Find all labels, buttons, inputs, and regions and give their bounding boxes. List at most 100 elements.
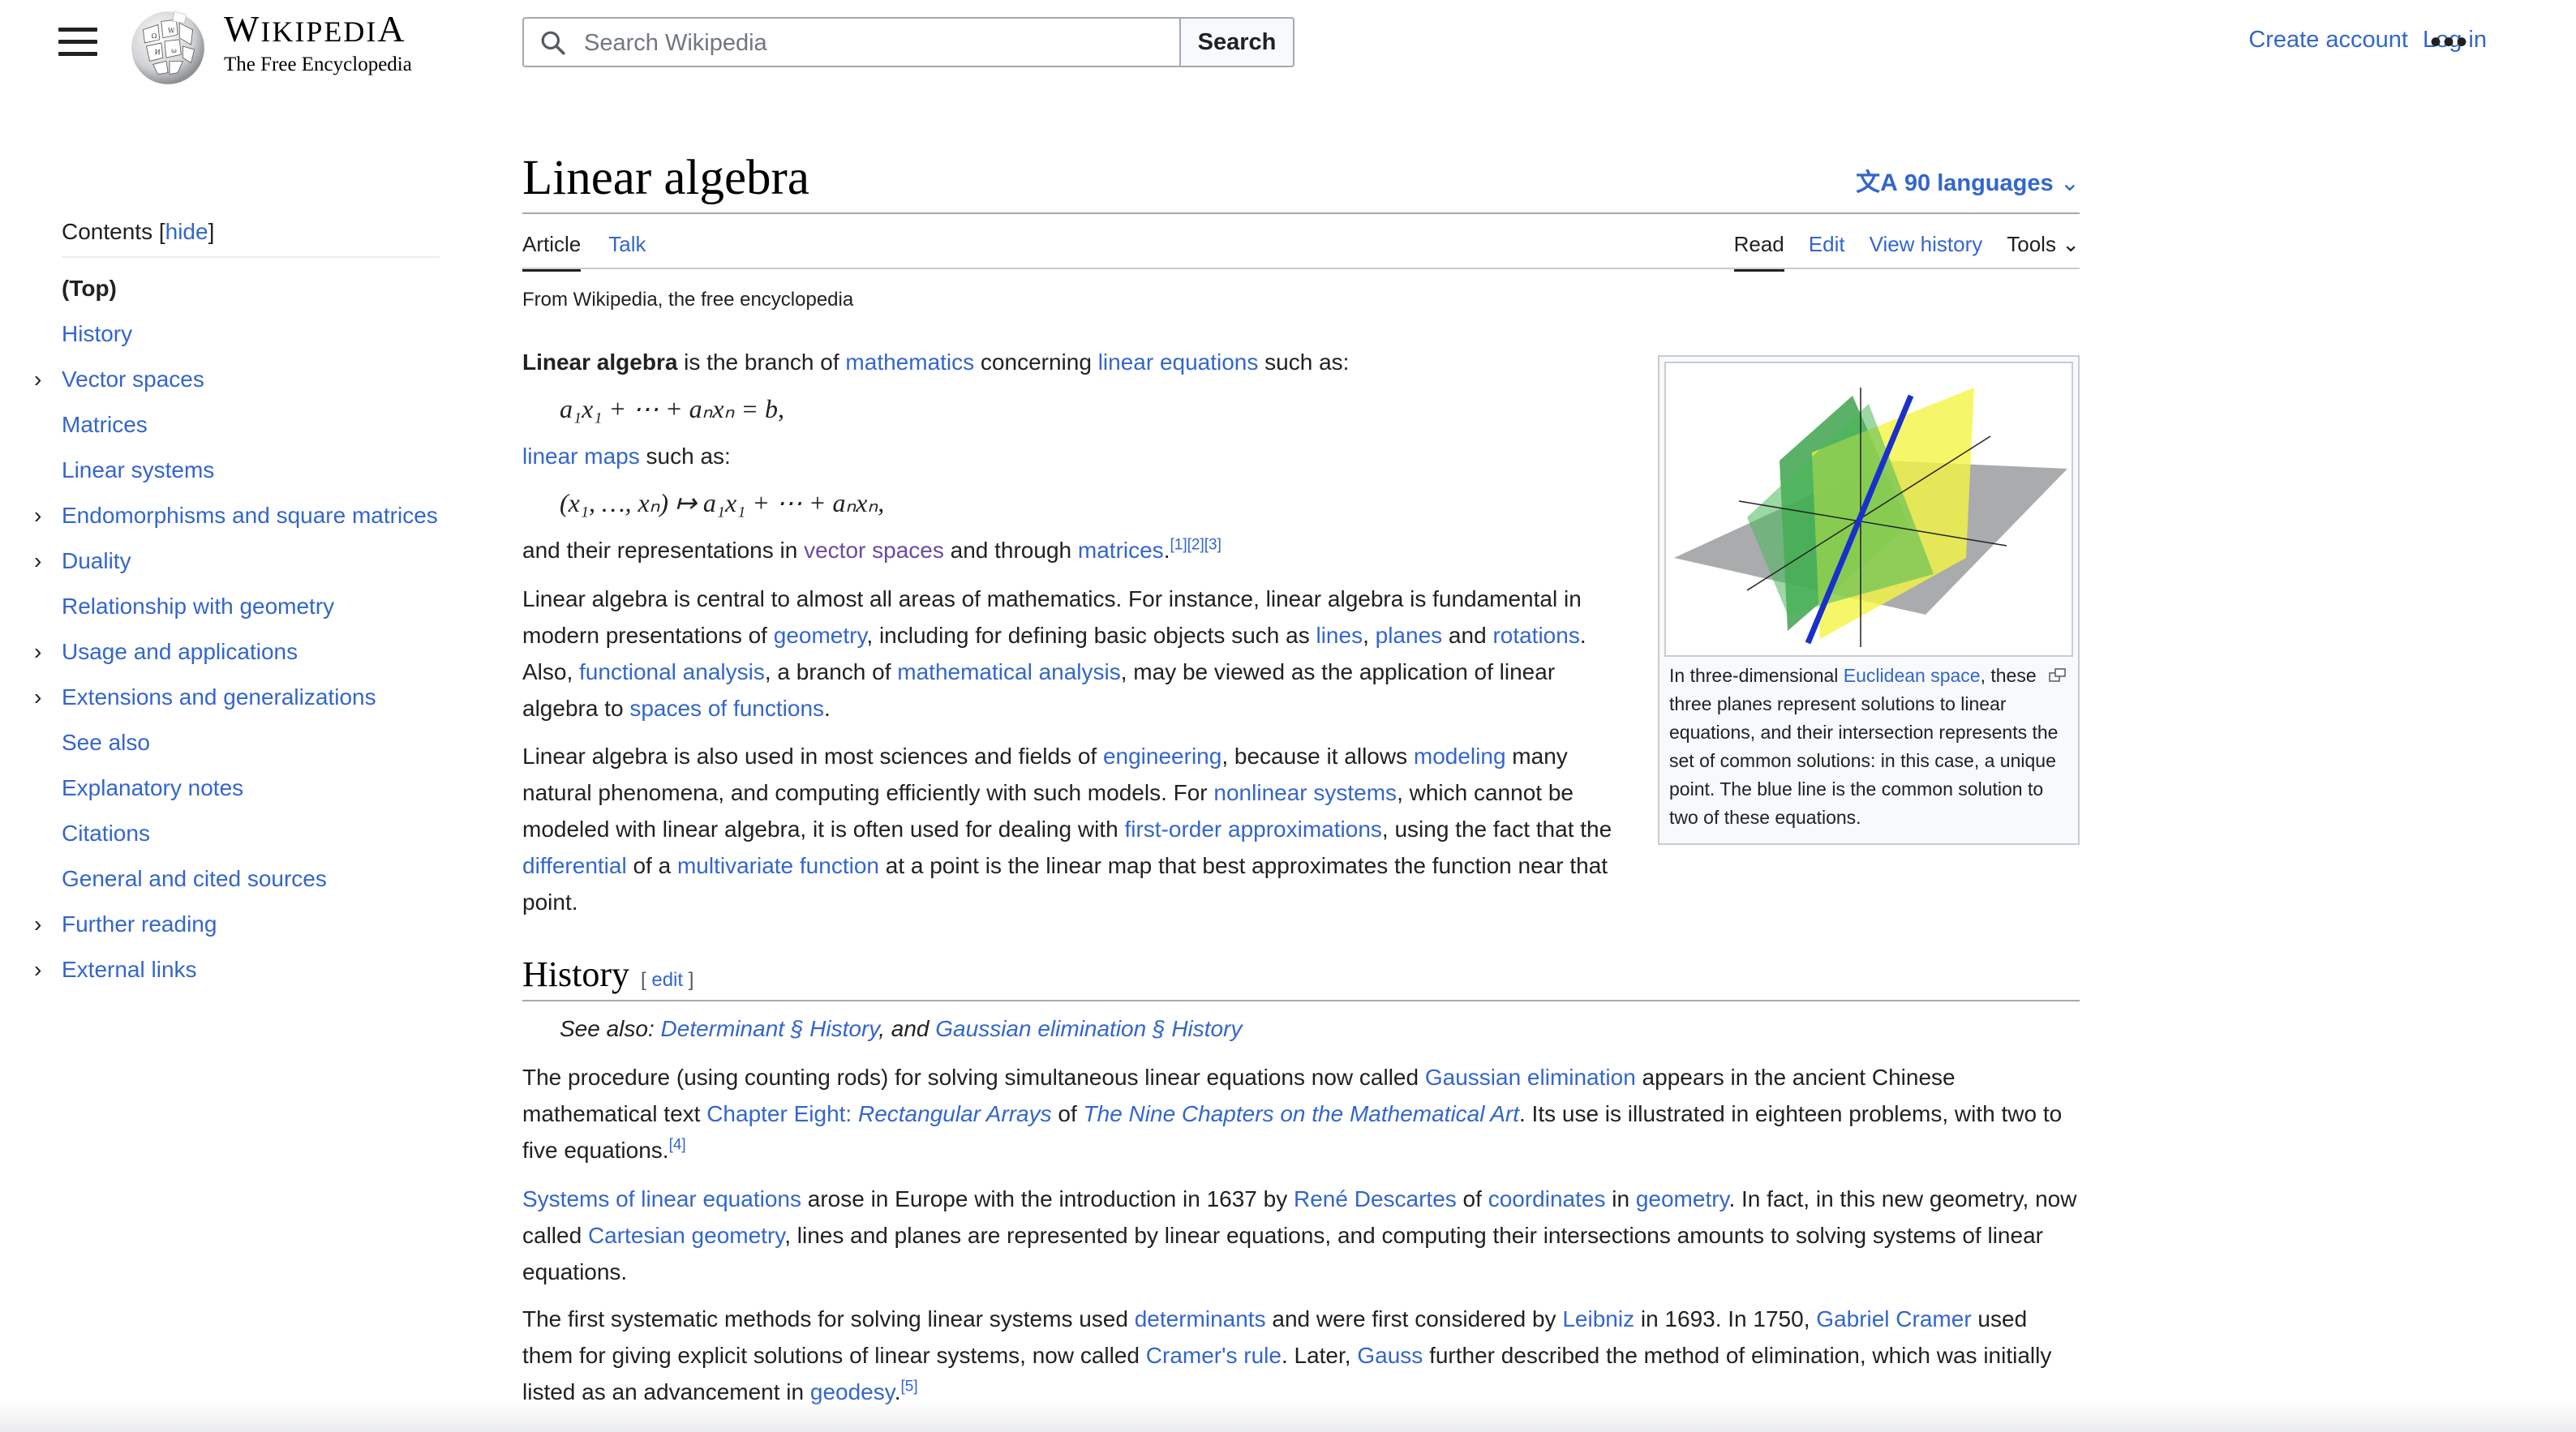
link-linear-equations[interactable]: linear equations (1098, 349, 1259, 375)
figure-box: In three-dimensional Euclidean space, th… (1658, 355, 2080, 845)
three-planes-image[interactable] (1664, 362, 2073, 657)
toc-item-label: Vector spaces (62, 367, 204, 392)
link-spaces-of-functions[interactable]: spaces of functions (629, 696, 824, 721)
link-determinant-history[interactable]: Determinant § History (661, 1016, 879, 1041)
history-paragraph-2: Systems of linear equations arose in Eur… (522, 1186, 2077, 1284)
link-mathematics[interactable]: mathematics (845, 349, 974, 375)
create-account-link[interactable]: Create account (2248, 27, 2408, 53)
chevron-right-icon[interactable]: › (34, 902, 50, 947)
chevron-right-icon[interactable]: › (34, 538, 50, 584)
link-first-order-approximations[interactable]: first-order approximations (1124, 817, 1381, 842)
link-cramers-rule[interactable]: Cramer's rule (1146, 1343, 1282, 1368)
wordmark-text: WIKIPEDIA (224, 8, 406, 49)
tab-talk[interactable]: Talk (608, 232, 646, 268)
link-geometry-2[interactable]: geometry (1636, 1186, 1729, 1211)
toc-item[interactable]: › Endomorphisms and square matrices (34, 493, 440, 538)
link-gaussian-elimination[interactable]: Gaussian elimination (1425, 1065, 1636, 1090)
language-button[interactable]: 文A 90 languages ⌄ (1856, 162, 2080, 198)
link-linear-maps[interactable]: linear maps (522, 444, 640, 469)
toc-item[interactable]: Matrices (62, 402, 440, 448)
link-lines[interactable]: lines (1316, 623, 1363, 648)
toc-item-label: Further reading (62, 911, 217, 937)
tab-read[interactable]: Read (1733, 232, 1784, 272)
see-also-hatnote: See also: Determinant § History, and Gau… (560, 1016, 1243, 1041)
link-rotations[interactable]: rotations (1492, 623, 1579, 648)
link-cartesian-geometry[interactable]: Cartesian geometry (588, 1223, 784, 1248)
toc-item[interactable]: › Extensions and generalizations (34, 675, 440, 720)
link-functional-analysis[interactable]: functional analysis (579, 659, 765, 684)
link-differential[interactable]: differential (522, 853, 627, 878)
link-nonlinear-systems[interactable]: nonlinear systems (1213, 780, 1397, 805)
tab-article[interactable]: Article (522, 232, 582, 272)
more-options-icon[interactable]: ••• (2430, 26, 2469, 58)
toc-list: (Top) History › Vector spaces Matrices Linear… (34, 266, 440, 993)
toc-item[interactable]: (Top) (62, 266, 440, 311)
link-determinants[interactable]: determinants (1135, 1306, 1266, 1331)
chevron-down-icon: ⌄ (2062, 232, 2080, 256)
link-engineering[interactable]: engineering (1103, 744, 1221, 769)
equation-1: a₁x₁ + ⋯ + aₙxₙ = b, (560, 394, 784, 423)
namespace-tabs: Article Talk (522, 232, 674, 272)
toc-item-label: (Top) (62, 276, 117, 301)
search-input[interactable] (582, 27, 1170, 59)
link-rene-descartes[interactable]: René Descartes (1294, 1186, 1457, 1211)
svg-text:ω: ω (171, 46, 177, 54)
history-edit-link[interactable]: [ edit ] (641, 969, 693, 991)
svg-text:И: И (155, 48, 161, 56)
tools-menu[interactable]: Tools ⌄ (2007, 232, 2080, 268)
toc-item[interactable]: Relationship with geometry (62, 584, 440, 629)
toc-item[interactable]: General and cited sources (62, 856, 440, 902)
chevron-right-icon[interactable]: › (34, 629, 50, 675)
toc-item[interactable]: › Further reading (34, 902, 440, 947)
toc-item-label: Extensions and generalizations (62, 684, 376, 710)
toc-item[interactable]: Linear systems (62, 448, 440, 493)
toc-item-label: General and cited sources (62, 866, 327, 891)
chevron-right-icon[interactable]: › (34, 493, 50, 538)
toc-item-label: External links (62, 957, 197, 982)
citation-refs[interactable]: [1][2][3] (1170, 537, 1221, 554)
link-chapter-eight[interactable]: Chapter Eight: Rectangular Arrays (706, 1101, 1051, 1126)
tab-edit[interactable]: Edit (1809, 232, 1845, 268)
paragraph-2: Linear algebra is central to almost all … (522, 586, 1586, 721)
link-matrices[interactable]: matrices (1078, 538, 1164, 563)
wikipedia-globe-logo[interactable]: Ω W И ω (127, 5, 209, 88)
link-geometry[interactable]: geometry (774, 623, 867, 648)
link-planes[interactable]: planes (1376, 623, 1443, 648)
toc-item[interactable]: Citations (62, 811, 440, 856)
toc-item[interactable]: History (62, 311, 440, 357)
link-gaussian-elimination-history[interactable]: Gaussian elimination § History (935, 1016, 1242, 1041)
toc-header: Contents [hide] (62, 219, 440, 258)
toc-item[interactable]: › Duality (34, 538, 440, 584)
citation-5[interactable]: [5] (900, 1378, 917, 1396)
link-leibniz[interactable]: Leibniz (1562, 1306, 1634, 1331)
link-systems-of-linear-equations[interactable]: Systems of linear equations (522, 1186, 801, 1211)
paragraph-3: Linear algebra is also used in most scie… (522, 744, 1612, 915)
site-tagline: From Wikipedia, the free encyclopedia (522, 289, 854, 311)
wikipedia-wordmark[interactable]: WIKIPEDIA The Free Encyclopedia (224, 8, 412, 75)
toc-item[interactable]: See also (62, 720, 440, 765)
chevron-right-icon[interactable]: › (34, 675, 50, 720)
link-modeling[interactable]: modeling (1414, 744, 1506, 769)
link-mathematical-analysis[interactable]: mathematical analysis (897, 659, 1120, 684)
link-multivariate-function[interactable]: multivariate function (677, 853, 879, 878)
tab-view-history[interactable]: View history (1870, 232, 1983, 268)
search-button[interactable]: Search (1179, 17, 1294, 67)
representations-line: and their representations in vector spac… (522, 536, 1221, 563)
chevron-right-icon[interactable]: › (34, 357, 50, 402)
toc-item[interactable]: › External links (34, 947, 440, 993)
link-vector-spaces[interactable]: vector spaces (804, 538, 944, 563)
main-menu-button[interactable] (58, 28, 97, 60)
toc-item[interactable]: › Usage and applications (34, 629, 440, 675)
toc-hide-toggle[interactable]: [hide] (159, 219, 215, 244)
link-coordinates[interactable]: coordinates (1488, 1186, 1606, 1211)
search-icon (541, 31, 565, 55)
link-nine-chapters[interactable]: The Nine Chapters on the Mathematical Ar… (1084, 1101, 1519, 1126)
link-gauss[interactable]: Gauss (1357, 1343, 1423, 1368)
toc-item-label: Usage and applications (62, 639, 298, 664)
chevron-right-icon[interactable]: › (34, 947, 50, 993)
link-gabriel-cramer[interactable]: Gabriel Cramer (1816, 1306, 1971, 1331)
toc-item[interactable]: Explanatory notes (62, 765, 440, 811)
toc-item[interactable]: › Vector spaces (34, 357, 440, 402)
link-euclidean-space[interactable]: Euclidean space (1844, 665, 1981, 686)
citation-4[interactable]: [4] (669, 1137, 686, 1154)
